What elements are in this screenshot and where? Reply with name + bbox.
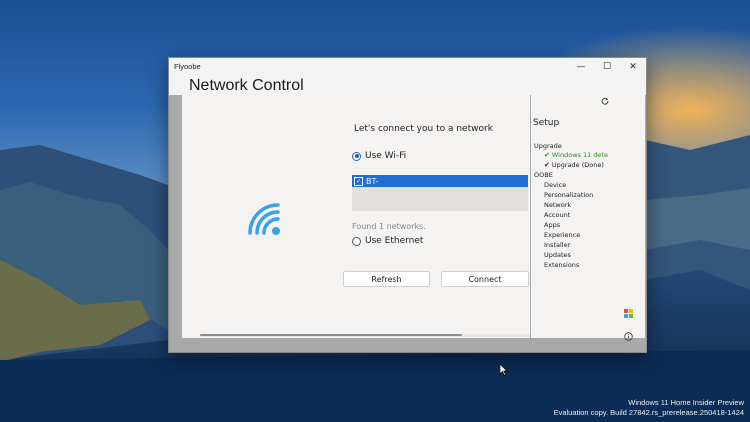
page-title: Network Control [189, 77, 304, 92]
ethernet-radio-option[interactable]: Use Ethernet [352, 236, 423, 246]
info-icon[interactable] [624, 332, 633, 343]
nav-personalization[interactable]: Personalization [544, 191, 593, 199]
wifi-icon [248, 203, 280, 235]
checkmark-icon: ✔ [544, 161, 550, 169]
wifi-radio-option[interactable]: Use Wi-Fi [352, 151, 406, 161]
connect-button[interactable]: Connect [441, 271, 529, 287]
connect-heading: Let's connect you to a network [354, 124, 493, 134]
build-text: Evaluation copy. Build 27842.rs_prerelea… [553, 408, 744, 417]
radio-selected-icon[interactable] [352, 151, 361, 161]
maximize-button[interactable]: ☐ [594, 58, 620, 75]
windows-edition-text: Windows 11 Home Insider Preview [628, 398, 744, 407]
title-bar[interactable]: Flyoobe — ☐ ✕ [169, 58, 646, 75]
minimize-button[interactable]: — [568, 58, 594, 75]
network-name: BT- [366, 176, 379, 186]
scrollbar-thumb[interactable] [200, 334, 462, 336]
mouse-cursor-icon [500, 364, 508, 376]
nav-apps[interactable]: Apps [544, 221, 560, 229]
wifi-option-label: Use Wi-Fi [365, 151, 407, 161]
network-panel: Let's connect you to a network Use Wi-Fi… [182, 93, 530, 338]
setup-title: Setup [533, 118, 560, 128]
nav-windows11-detect[interactable]: ✔ Windows 11 dete [544, 151, 608, 159]
window-title: Flyoobe [174, 62, 201, 71]
desktop-watermark: Windows 11 Home Insider Preview Evaluati… [554, 398, 744, 418]
network-list[interactable]: ✓ BT- [352, 175, 528, 211]
radio-unselected-icon[interactable] [352, 236, 361, 246]
refresh-icon[interactable] [601, 97, 609, 107]
nav-network[interactable]: Network [544, 201, 571, 209]
refresh-button[interactable]: Refresh [343, 271, 430, 287]
nav-experience[interactable]: Experience [544, 231, 580, 239]
networks-found-text: Found 1 networks. [352, 222, 426, 231]
nav-device[interactable]: Device [544, 181, 566, 189]
nav-oobe[interactable]: OOBE [534, 171, 553, 179]
nav-updates[interactable]: Updates [544, 251, 571, 259]
checkmark-icon: ✔ [544, 151, 550, 159]
ethernet-option-label: Use Ethernet [365, 236, 424, 246]
palette-icon[interactable] [624, 309, 633, 320]
network-item[interactable]: ✓ BT- [352, 175, 528, 187]
nav-upgrade[interactable]: Upgrade [534, 142, 562, 150]
nav-account[interactable]: Account [544, 211, 570, 219]
nav-upgrade-done[interactable]: ✔ Upgrade (Done) [544, 161, 604, 169]
flyoobe-window: Flyoobe — ☐ ✕ Network Control Let's conn… [168, 57, 647, 353]
close-button[interactable]: ✕ [620, 58, 646, 75]
horizontal-scrollbar[interactable] [200, 334, 530, 337]
nav-installer[interactable]: Installer [544, 241, 570, 249]
nav-extensions[interactable]: Extensions [544, 261, 579, 269]
checkbox-icon[interactable]: ✓ [354, 176, 363, 186]
setup-sidebar: Setup Upgrade ✔ Windows 11 dete ✔ Upgrade … [531, 93, 645, 341]
